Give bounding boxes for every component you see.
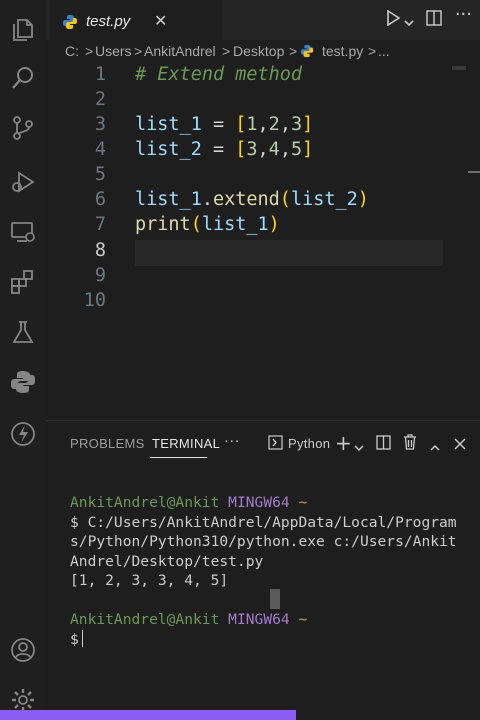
- code-comment: # Extend method: [135, 64, 303, 85]
- source-control-icon[interactable]: [9, 114, 37, 142]
- run-icon[interactable]: [386, 9, 401, 31]
- testing-icon[interactable]: [9, 318, 37, 346]
- trash-icon[interactable]: [403, 434, 417, 454]
- tab-problems[interactable]: PROBLEMS: [70, 436, 145, 451]
- code-line: 2: [46, 89, 480, 114]
- status-bar: [0, 710, 296, 720]
- code-editor[interactable]: 1 # Extend method 2 3 list_1 = [1,2,3] 4…: [46, 64, 480, 420]
- line-number: 6: [94, 189, 106, 210]
- tab-test-py[interactable]: test.py ✕: [50, 0, 222, 40]
- line-number: 10: [83, 290, 106, 311]
- code-line: 3 list_1 = [1,2,3]: [46, 114, 480, 139]
- breadcrumb-sep: >: [222, 43, 231, 59]
- terminal-host: MINGW64: [228, 494, 290, 511]
- line-number: 3: [94, 114, 106, 135]
- close-icon[interactable]: [454, 435, 466, 454]
- code-text: print(list_1): [135, 214, 280, 235]
- chevron-down-icon[interactable]: [354, 438, 364, 457]
- breadcrumb: C: > Users > AnkitAndrel > Desktop > tes…: [46, 40, 480, 64]
- line-number: 7: [94, 214, 106, 235]
- split-editor-icon[interactable]: [426, 10, 442, 31]
- code-text: list_2 = [3,4,5]: [135, 139, 314, 160]
- code-line: 5: [46, 164, 480, 189]
- terminal-command: s/Python/Python310/python.exe c:/Users/A…: [70, 533, 457, 550]
- chevron-down-icon[interactable]: [404, 12, 414, 33]
- python-file-icon: [300, 44, 314, 61]
- explorer-icon[interactable]: [9, 16, 37, 44]
- breadcrumb-user[interactable]: AnkitAndrel: [144, 43, 216, 59]
- line-number: 9: [94, 265, 106, 286]
- terminal-host: MINGW64: [228, 611, 290, 628]
- terminal-scrollbar[interactable]: [270, 589, 280, 609]
- terminal-user: AnkitAndrel@Ankit: [70, 494, 220, 511]
- code-line: 6 list_1.extend(list_2): [46, 189, 480, 214]
- breadcrumb-desktop[interactable]: Desktop: [233, 43, 284, 59]
- more-icon[interactable]: ···: [455, 4, 472, 25]
- bottom-panel: PROBLEMS TERMINAL ··· Python + AnkitAndr…: [46, 420, 480, 710]
- terminal-shell-icon: [268, 435, 283, 454]
- close-icon[interactable]: ✕: [154, 11, 167, 30]
- active-tab-indicator: [150, 457, 207, 458]
- tab-terminal[interactable]: TERMINAL: [152, 436, 220, 451]
- extensions-icon[interactable]: [9, 268, 37, 296]
- python-icon[interactable]: [9, 368, 37, 396]
- python-file-icon: [62, 14, 78, 30]
- add-terminal-icon[interactable]: +: [335, 431, 352, 455]
- search-icon[interactable]: [9, 64, 37, 92]
- terminal-output[interactable]: AnkitAndrel@Ankit MINGW64 ~ $ C:/Users/A…: [70, 493, 480, 649]
- breadcrumb-users[interactable]: Users: [95, 43, 132, 59]
- code-text: list_1 = [1,2,3]: [135, 114, 314, 135]
- activity-bar: [0, 0, 46, 720]
- terminal-path: ~: [298, 611, 308, 628]
- code-line: 7 print(list_1): [46, 214, 480, 239]
- terminal-prompt: $: [70, 630, 79, 648]
- more-icon[interactable]: ···: [224, 432, 240, 449]
- terminal-user: AnkitAndrel@Ankit: [70, 611, 220, 628]
- terminal-shell-label[interactable]: Python: [288, 436, 330, 451]
- terminal-result: [1, 2, 3, 3, 4, 5]: [70, 572, 229, 589]
- breadcrumb-drive[interactable]: C:: [65, 43, 79, 59]
- thunder-icon[interactable]: [9, 420, 37, 448]
- code-line: 8: [46, 240, 480, 265]
- tab-label: test.py: [86, 13, 131, 30]
- account-icon[interactable]: [9, 636, 37, 664]
- terminal-path: ~: [298, 494, 308, 511]
- split-terminal-icon[interactable]: [376, 435, 391, 454]
- editor-tab-bar: test.py ✕ ···: [46, 0, 480, 40]
- terminal-command: Andrel/Desktop/test.py: [70, 552, 264, 570]
- breadcrumb-more[interactable]: ...: [378, 43, 390, 59]
- line-number: 4: [94, 139, 106, 160]
- code-line: 4 list_2 = [3,4,5]: [46, 139, 480, 164]
- line-number: 1: [94, 64, 106, 85]
- line-number: 2: [94, 89, 106, 110]
- terminal-cursor: [81, 629, 83, 647]
- line-number: 8: [94, 240, 106, 261]
- breadcrumb-sep: >: [289, 43, 298, 59]
- code-line: 9: [46, 265, 480, 290]
- breadcrumb-sep: >: [368, 43, 377, 59]
- run-debug-icon[interactable]: [9, 168, 37, 196]
- chevron-up-icon[interactable]: [430, 438, 440, 457]
- code-text: list_1.extend(list_2): [135, 189, 369, 210]
- code-line: 1 # Extend method: [46, 64, 480, 89]
- breadcrumb-sep: >: [85, 43, 94, 59]
- remote-explorer-icon[interactable]: [9, 218, 37, 246]
- breadcrumb-file[interactable]: test.py: [322, 43, 363, 59]
- breadcrumb-sep: >: [134, 43, 143, 59]
- line-number: 5: [94, 164, 106, 185]
- terminal-command: $ C:/Users/AnkitAndrel/AppData/Local/Pro…: [70, 513, 457, 531]
- code-line: 10: [46, 290, 480, 315]
